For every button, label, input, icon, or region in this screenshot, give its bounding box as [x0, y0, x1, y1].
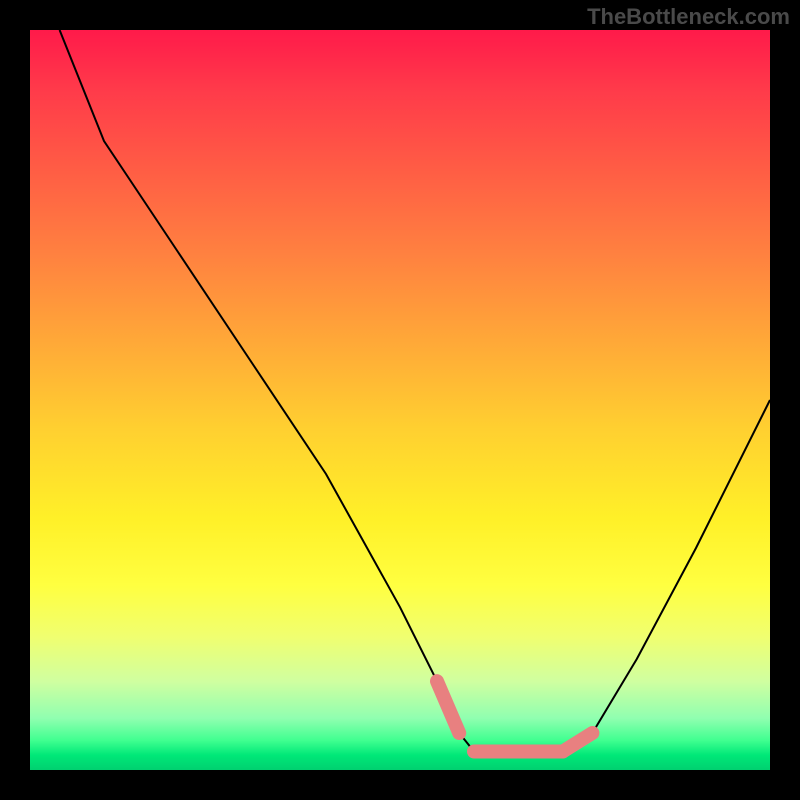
chart-plot-area — [30, 30, 770, 770]
chart-highlight-segment — [563, 733, 593, 752]
watermark-text: TheBottleneck.com — [587, 4, 790, 30]
chart-curve-svg — [30, 30, 770, 770]
chart-main-curve — [60, 30, 770, 755]
chart-highlight-segment — [437, 681, 459, 733]
chart-highlight-group — [437, 681, 592, 751]
